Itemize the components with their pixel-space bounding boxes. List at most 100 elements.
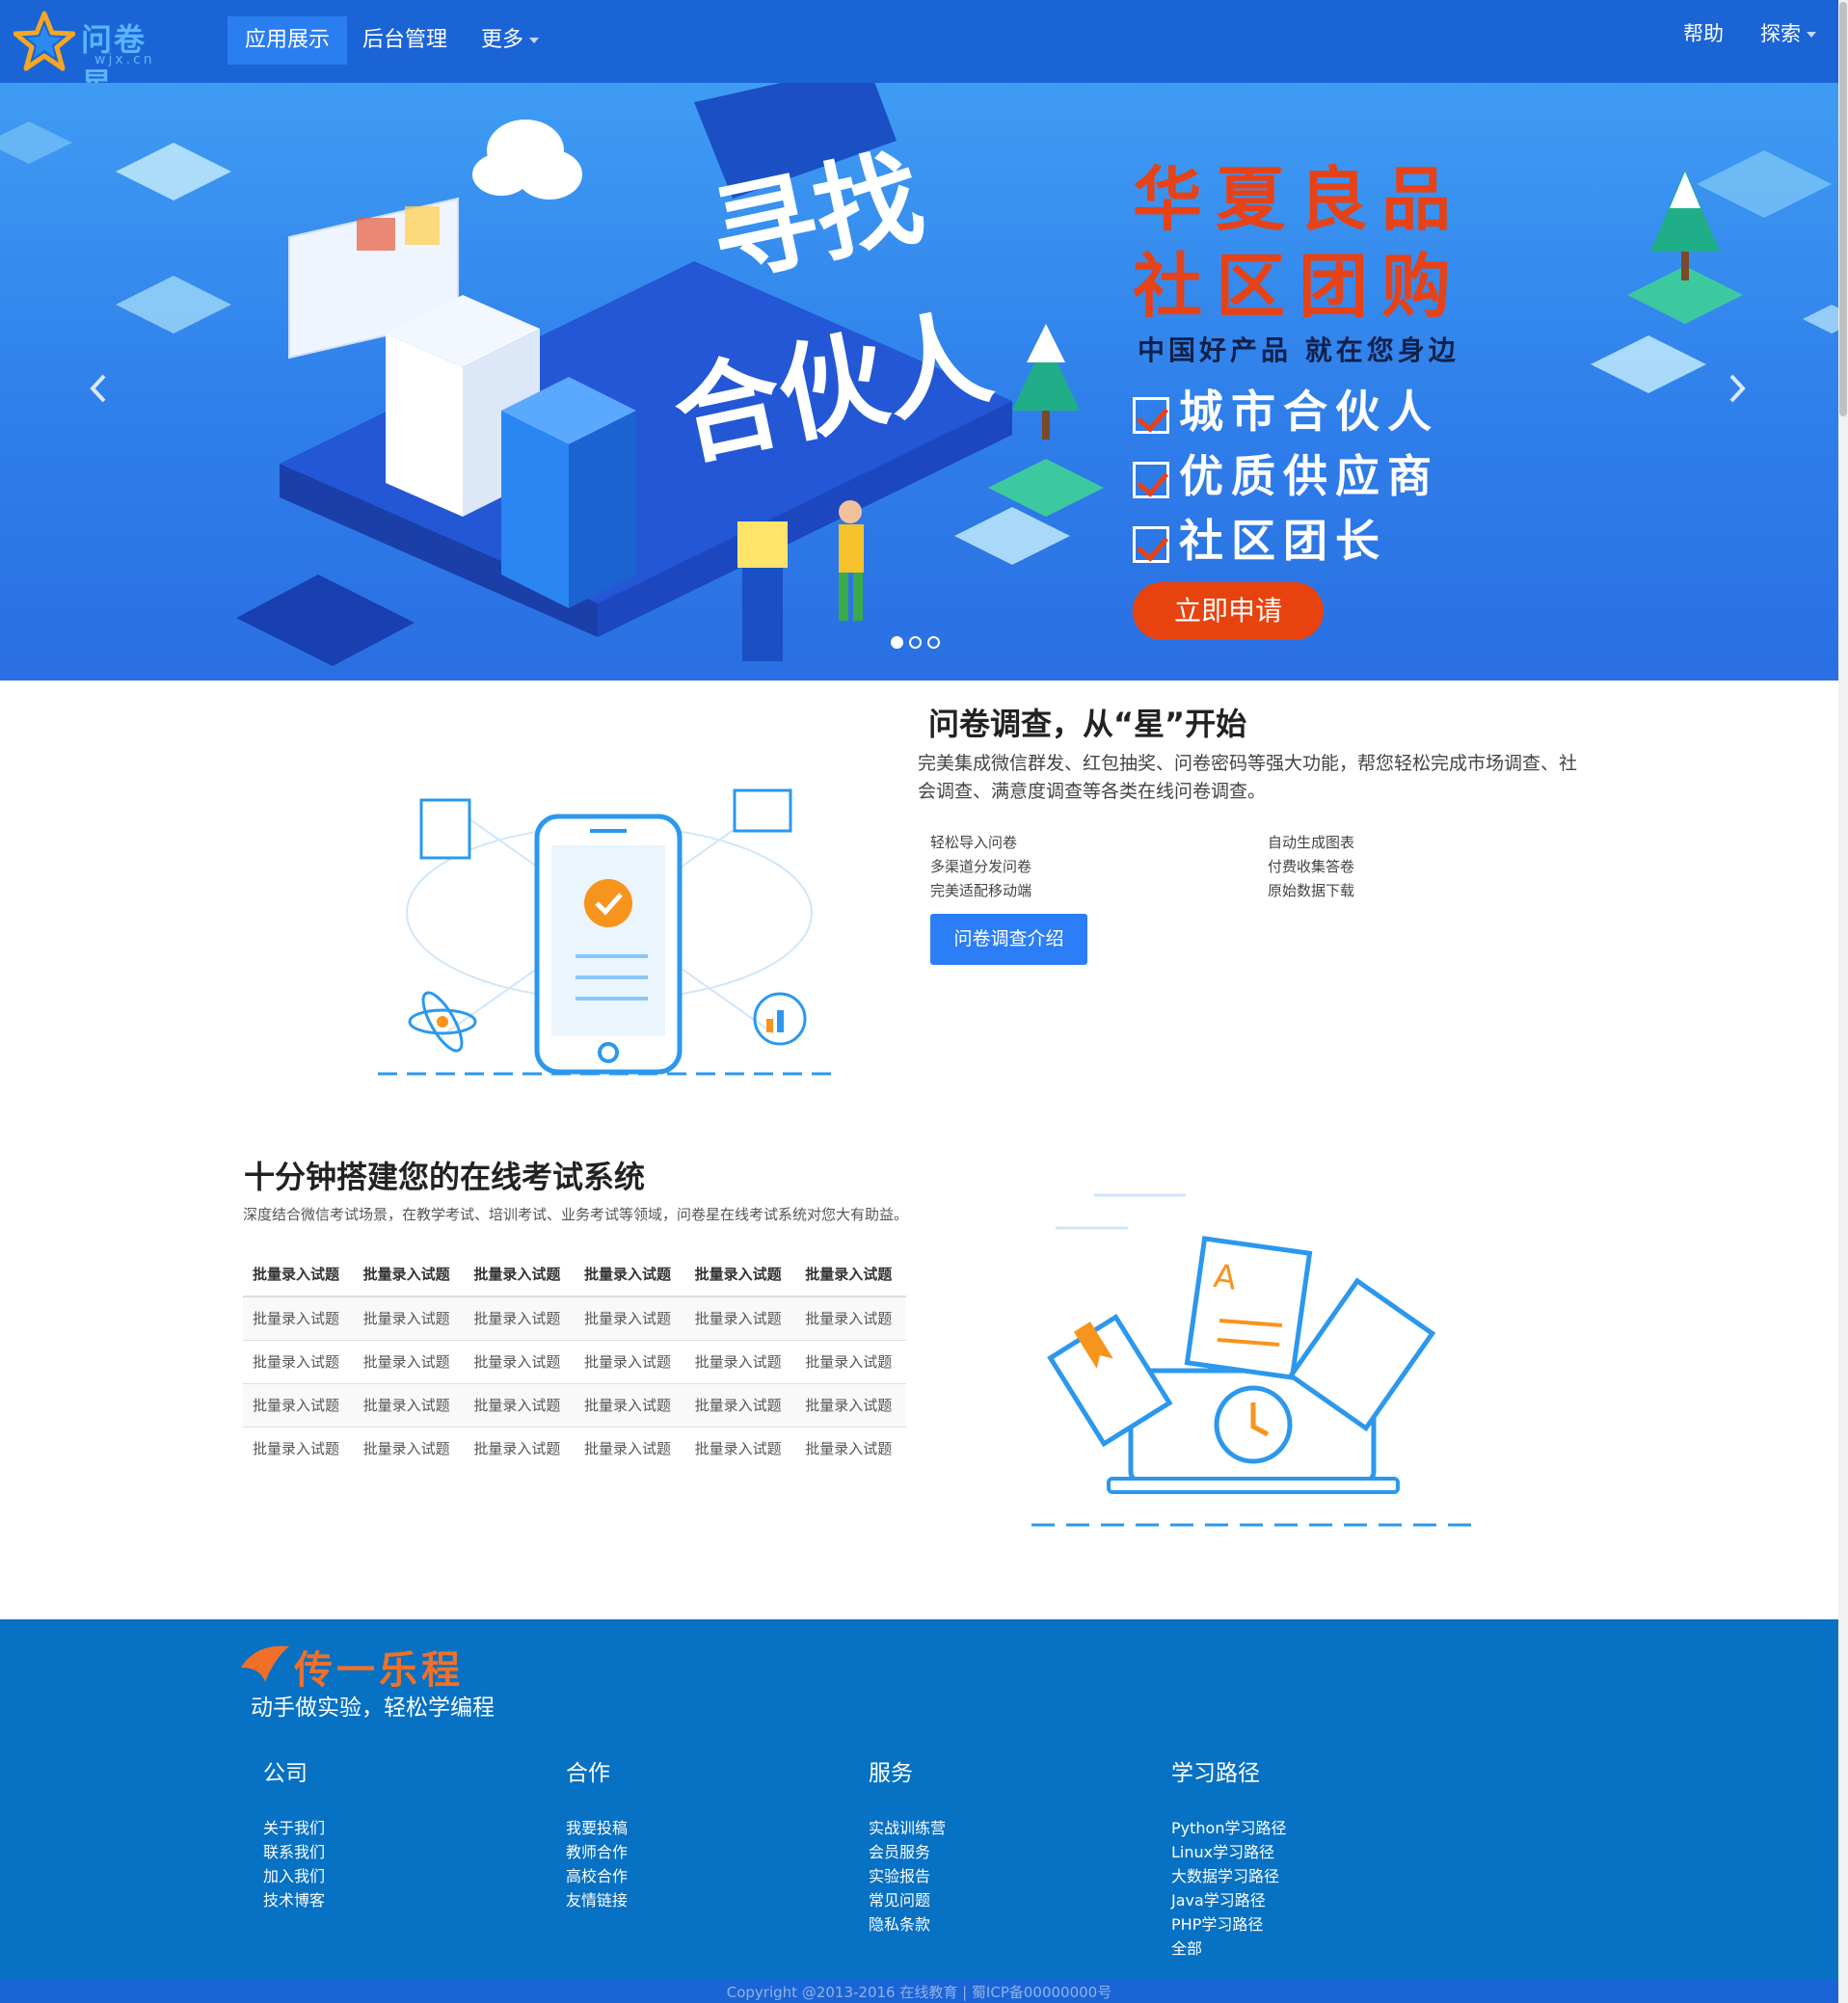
scrollbar-thumb[interactable] — [1839, 2, 1847, 416]
footer-column-title: 公司 — [263, 1761, 308, 1786]
caret-down-icon — [1807, 32, 1816, 38]
footer-link[interactable]: 技术博客 — [263, 1888, 325, 1912]
table-header-cell: 批量录入试题 — [464, 1253, 575, 1297]
promo-subtitle: 中国好产品 就在您身边 — [1138, 334, 1460, 366]
apply-now-button[interactable]: 立即申请 — [1133, 582, 1324, 640]
table-cell: 批量录入试题 — [243, 1383, 354, 1428]
table-cell: 批量录入试题 — [464, 1427, 575, 1470]
footer-link[interactable]: 会员服务 — [869, 1840, 946, 1864]
table-row: 批量录入试题 批量录入试题 批量录入试题 批量录入试题 批量录入试题 批量录入试… — [243, 1427, 906, 1470]
promo-check-label: 社区团长 — [1179, 515, 1387, 567]
nav-app-showcase[interactable]: 应用展示 — [228, 16, 348, 65]
banner-illustration: 寻找 合伙人 — [0, 83, 1838, 666]
top-navbar: 问卷星 wjx.cn 应用展示 后台管理 更多 帮助 探索 — [0, 0, 1838, 102]
caret-down-icon — [529, 38, 540, 43]
nav-explore-dropdown[interactable]: 探索 — [1743, 10, 1834, 58]
feature-item: 完美适配移动端 — [930, 882, 1032, 899]
carousel-dot-2[interactable] — [909, 636, 922, 649]
footer-brand-name: 传一乐程 — [294, 1648, 464, 1693]
footer-link[interactable]: PHP学习路径 — [1171, 1912, 1286, 1936]
phone-survey-illustration — [378, 788, 831, 1076]
star-logo-icon — [13, 11, 75, 71]
feature-item: 自动生成图表 — [1268, 834, 1355, 851]
nav-more-dropdown[interactable]: 更多 — [464, 16, 556, 65]
footer-link[interactable]: 大数据学习路径 — [1171, 1864, 1286, 1888]
footer-link[interactable]: 常见问题 — [869, 1888, 946, 1912]
table-header-cell: 批量录入试题 — [795, 1253, 906, 1297]
carousel-next-button[interactable] — [1727, 372, 1747, 414]
checkbox-icon — [1133, 396, 1169, 434]
nav-admin[interactable]: 后台管理 — [345, 16, 465, 65]
table-cell: 批量录入试题 — [795, 1340, 906, 1384]
banner-carousel[interactable]: 寻找 合伙人 华夏良品 社区团购 中国好产品 就在您身边 城市合伙人 优质供应商… — [0, 83, 1838, 681]
table-cell: 批量录入试题 — [353, 1383, 465, 1428]
footer-column-title: 合作 — [566, 1761, 610, 1786]
table-cell: 批量录入试题 — [795, 1295, 906, 1341]
feature-item: 多渠道分发问卷 — [930, 858, 1032, 875]
feature-item: 原始数据下载 — [1268, 882, 1355, 899]
page-scrollbar[interactable] — [1838, 0, 1848, 2003]
footer-link[interactable]: 我要投稿 — [566, 1816, 628, 1840]
checkbox-icon — [1133, 461, 1169, 498]
promo-check-item-1: 城市合伙人 — [1133, 377, 1439, 441]
footer-column-title: 服务 — [869, 1761, 913, 1786]
survey-intro-button[interactable]: 问卷调查介绍 — [930, 914, 1087, 965]
table-cell: 批量录入试题 — [574, 1383, 685, 1428]
survey-description: 完美集成微信群发、红包抽奖、问卷密码等强大功能，帮您轻松完成市场调查、社会调查、… — [918, 753, 1578, 802]
survey-features-right: 自动生成图表 付费收集答卷 原始数据下载 — [1268, 831, 1354, 903]
footer-column-cooperation: 合作 我要投稿 教师合作 高校合作 友情链接 — [566, 1754, 628, 1912]
promo-check-label: 优质供应商 — [1179, 450, 1439, 502]
table-cell: 批量录入试题 — [684, 1295, 796, 1341]
footer-column-services: 服务 实战训练营 会员服务 实验报告 常见问题 隐私条款 — [869, 1754, 946, 1936]
table-header-cell: 批量录入试题 — [353, 1253, 465, 1297]
chevron-left-icon — [90, 374, 106, 403]
footer-link[interactable]: 友情链接 — [566, 1888, 628, 1912]
footer-link[interactable]: 实战训练营 — [869, 1816, 946, 1840]
feature-item: 付费收集答卷 — [1268, 858, 1355, 875]
brand-logo-icon — [241, 1645, 289, 1682]
footer-slogan: 动手做实验，轻松学编程 — [251, 1696, 495, 1721]
carousel-prev-button[interactable] — [89, 372, 108, 414]
carousel-indicators — [891, 634, 946, 653]
exam-description: 深度结合微信考试场景，在教学考试、培训考试、业务考试等领域，问卷星在线考试系统对… — [243, 1206, 909, 1223]
footer-link[interactable]: 关于我们 — [263, 1816, 325, 1840]
table-cell: 批量录入试题 — [243, 1295, 354, 1341]
nav-explore-label: 探索 — [1760, 22, 1801, 45]
footer-link[interactable]: 教师合作 — [566, 1840, 628, 1864]
promo-title-line2: 社区团购 — [1133, 246, 1465, 327]
nav-help[interactable]: 帮助 — [1666, 10, 1741, 58]
footer-link[interactable]: Python学习路径 — [1171, 1816, 1286, 1840]
footer-link[interactable]: 全部 — [1171, 1936, 1286, 1961]
table-header-cell: 批量录入试题 — [574, 1253, 685, 1297]
chevron-right-icon — [1729, 374, 1746, 403]
copyright-text: Copyright @2013-2016 在线教育 | 蜀ICP备0000000… — [0, 1980, 1838, 2003]
checkbox-icon — [1133, 525, 1169, 563]
site-logo[interactable]: 问卷星 wjx.cn — [13, 10, 177, 102]
exam-title: 十分钟搭建您的在线考试系统 — [244, 1159, 646, 1195]
footer-link[interactable]: 联系我们 — [263, 1840, 325, 1864]
table-cell: 批量录入试题 — [464, 1295, 575, 1341]
carousel-dot-3[interactable] — [927, 636, 940, 649]
table-cell: 批量录入试题 — [464, 1383, 575, 1428]
footer-column-title: 学习路径 — [1171, 1761, 1260, 1786]
footer-link[interactable]: Java学习路径 — [1171, 1888, 1286, 1912]
table-cell: 批量录入试题 — [353, 1427, 465, 1470]
nav-more-label: 更多 — [481, 28, 524, 52]
footer-column-company: 公司 关于我们 联系我们 加入我们 技术博客 — [263, 1754, 325, 1912]
footer-link[interactable]: 实验报告 — [869, 1864, 946, 1888]
table-cell: 批量录入试题 — [243, 1427, 354, 1470]
exam-laptop-illustration: A — [1031, 1193, 1480, 1527]
footer-link[interactable]: 加入我们 — [263, 1864, 325, 1888]
table-cell: 批量录入试题 — [353, 1340, 465, 1384]
promo-check-label: 城市合伙人 — [1179, 386, 1439, 438]
site-footer: 传一乐程 动手做实验，轻松学编程 公司 关于我们 联系我们 加入我们 技术博客 … — [0, 1619, 1838, 2003]
footer-link[interactable]: Linux学习路径 — [1171, 1840, 1286, 1864]
table-cell: 批量录入试题 — [574, 1295, 685, 1341]
carousel-dot-1[interactable] — [891, 636, 903, 649]
footer-column-learning-paths: 学习路径 Python学习路径 Linux学习路径 大数据学习路径 Java学习… — [1171, 1754, 1286, 1961]
footer-link[interactable]: 高校合作 — [566, 1864, 628, 1888]
promo-check-item-2: 优质供应商 — [1133, 441, 1439, 505]
survey-features-left: 轻松导入问卷 多渠道分发问卷 完美适配移动端 — [930, 831, 1031, 903]
footer-link[interactable]: 隐私条款 — [869, 1912, 946, 1936]
table-cell: 批量录入试题 — [684, 1340, 796, 1384]
